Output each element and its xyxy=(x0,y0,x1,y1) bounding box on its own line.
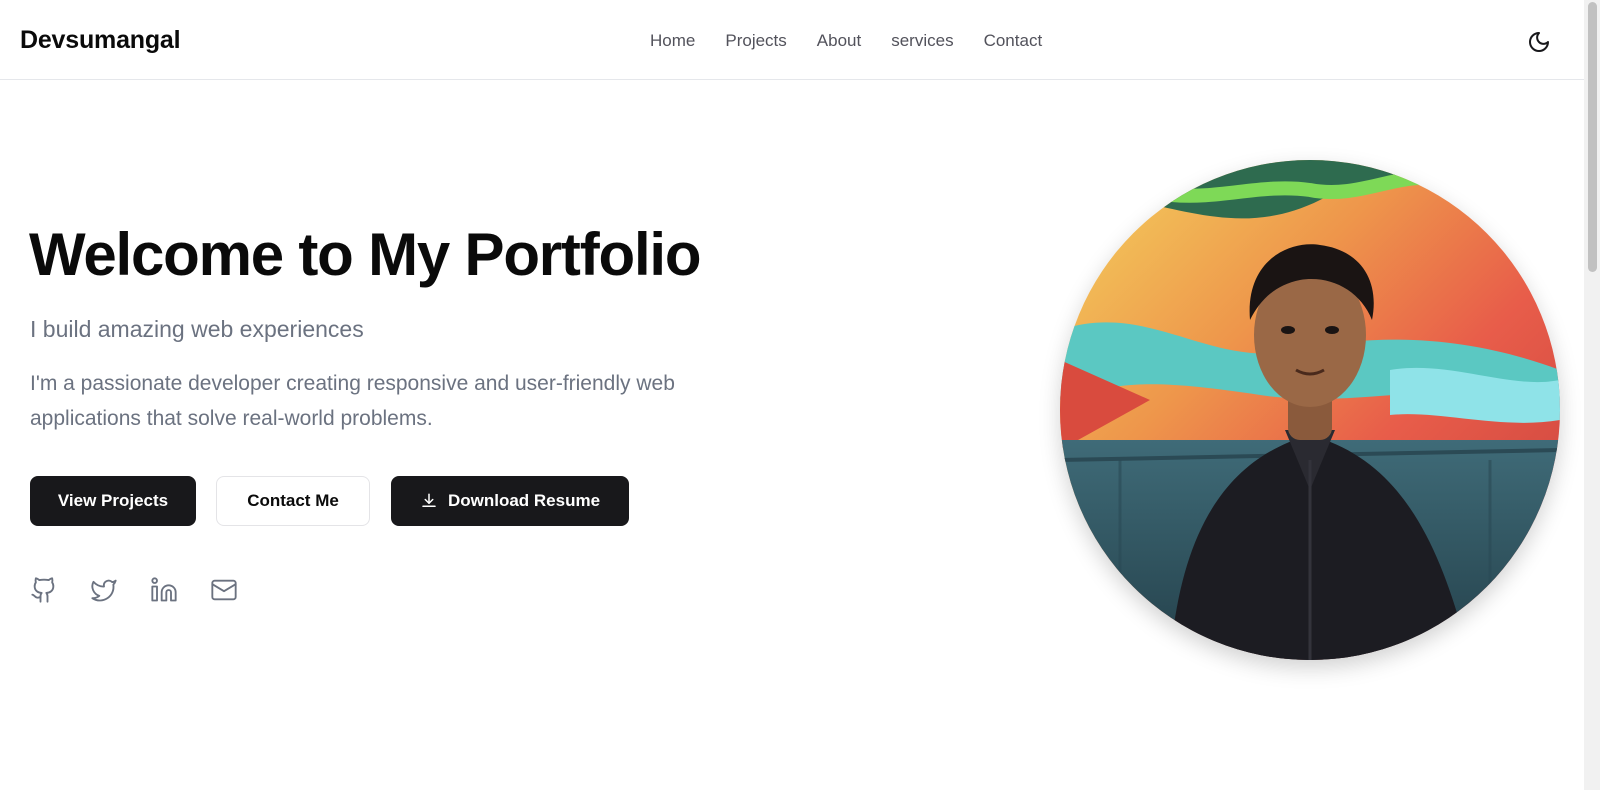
theme-toggle-button[interactable] xyxy=(1524,27,1554,57)
twitter-icon xyxy=(91,579,117,602)
social-links xyxy=(30,576,238,604)
linkedin-icon xyxy=(151,577,177,602)
nav-home[interactable]: Home xyxy=(650,31,695,51)
download-resume-button[interactable]: Download Resume xyxy=(391,476,629,526)
contact-me-button[interactable]: Contact Me xyxy=(216,476,370,526)
twitter-link[interactable] xyxy=(90,576,118,604)
scrollbar-thumb[interactable] xyxy=(1588,2,1597,272)
profile-photo xyxy=(1060,160,1560,660)
hero-description: I'm a passionate developer creating resp… xyxy=(30,372,675,430)
nav-services[interactable]: services xyxy=(891,31,953,51)
mail-icon xyxy=(211,579,237,601)
nav-projects[interactable]: Projects xyxy=(725,31,786,51)
download-resume-label: Download Resume xyxy=(447,491,601,510)
brand-logo[interactable]: Devsumangal xyxy=(20,26,181,55)
site-header: Devsumangal Home Projects About services… xyxy=(0,0,1584,80)
hero-subtitle: I build amazing web experiences xyxy=(30,316,364,342)
moon-icon xyxy=(1529,32,1549,52)
view-projects-button[interactable]: View Projects xyxy=(30,476,196,526)
hero-title: Welcome to My Portfolio xyxy=(29,221,702,288)
github-icon xyxy=(31,577,55,603)
contact-me-label: Contact Me xyxy=(247,491,339,510)
linkedin-link[interactable] xyxy=(150,576,178,604)
view-projects-label: View Projects xyxy=(57,491,169,510)
main-nav: Home Projects About services Contact xyxy=(650,31,1042,51)
nav-contact[interactable]: Contact xyxy=(984,31,1043,51)
nav-about[interactable]: About xyxy=(817,31,861,51)
github-link[interactable] xyxy=(30,576,58,604)
download-icon xyxy=(422,493,436,507)
email-link[interactable] xyxy=(210,576,238,604)
